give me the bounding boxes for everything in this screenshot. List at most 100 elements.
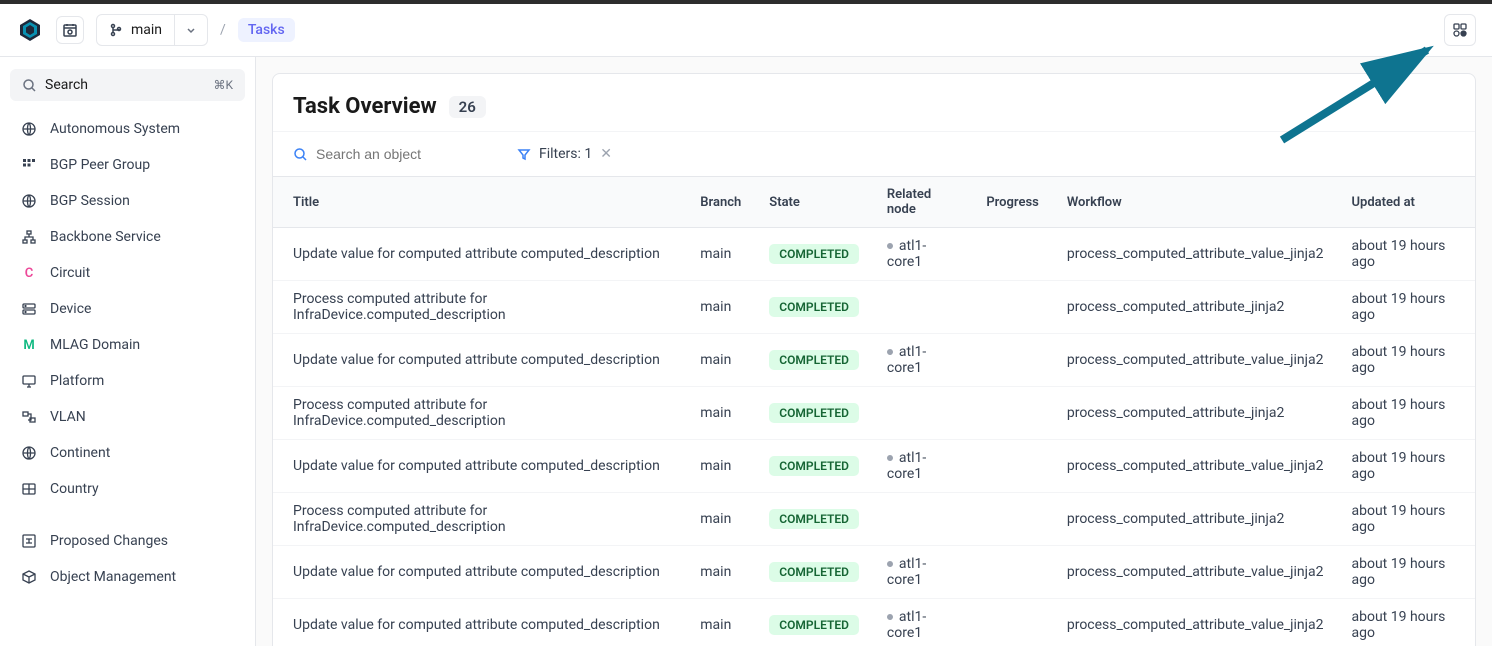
sidebar-item-continent[interactable]: Continent: [10, 435, 245, 471]
diff-icon: [20, 532, 38, 550]
cell-title: Update value for computed attribute comp…: [273, 546, 686, 599]
globe-icon: [20, 444, 38, 462]
sidebar-item-label: Object Management: [50, 569, 176, 585]
column-header[interactable]: Related node: [873, 177, 972, 228]
server-icon: [20, 300, 38, 318]
status-dot: [887, 614, 893, 620]
table-row[interactable]: Update value for computed attribute comp…: [273, 599, 1475, 646]
table-row[interactable]: Update value for computed attribute comp…: [273, 546, 1475, 599]
cube-icon: [20, 568, 38, 586]
app-header: main / Tasks: [0, 4, 1492, 57]
sidebar-item-country[interactable]: Country: [10, 471, 245, 507]
cell-updated: about 19 hours ago: [1338, 228, 1476, 281]
column-header[interactable]: Workflow: [1053, 177, 1338, 228]
cell-workflow: process_computed_attribute_value_jinja2: [1053, 228, 1338, 281]
cell-updated: about 19 hours ago: [1338, 334, 1476, 387]
state-badge: COMPLETED: [769, 403, 859, 423]
cell-updated: about 19 hours ago: [1338, 546, 1476, 599]
table-row[interactable]: Process computed attribute for InfraDevi…: [273, 281, 1475, 334]
sidebar-item-device[interactable]: Device: [10, 291, 245, 327]
sidebar-item-bgp-session[interactable]: BGP Session: [10, 183, 245, 219]
cell-progress: [972, 440, 1053, 493]
app-logo[interactable]: [16, 16, 44, 44]
object-search[interactable]: [293, 146, 493, 162]
column-header[interactable]: Updated at: [1338, 177, 1476, 228]
tasks-table: TitleBranchStateRelated nodeProgressWork…: [273, 176, 1475, 646]
sidebar-item-backbone-service[interactable]: Backbone Service: [10, 219, 245, 255]
table-row[interactable]: Update value for computed attribute comp…: [273, 334, 1475, 387]
table-row[interactable]: Update value for computed attribute comp…: [273, 440, 1475, 493]
sidebar-item-label: BGP Session: [50, 193, 130, 209]
filter-label: Filters: 1: [539, 146, 592, 162]
cell-state: COMPLETED: [755, 281, 873, 334]
cell-title: Process computed attribute for InfraDevi…: [273, 493, 686, 546]
cell-workflow: process_computed_attribute_jinja2: [1053, 387, 1338, 440]
page-title: Task Overview: [293, 94, 437, 119]
breadcrumb-separator: /: [220, 22, 226, 38]
sidebar-item-label: Device: [50, 301, 91, 317]
breadcrumb-current[interactable]: Tasks: [238, 18, 295, 42]
cell-node: [873, 493, 972, 546]
count-badge: 26: [449, 96, 486, 118]
globe-icon: [20, 120, 38, 138]
column-header[interactable]: State: [755, 177, 873, 228]
column-header[interactable]: Branch: [686, 177, 755, 228]
cell-state: COMPLETED: [755, 228, 873, 281]
column-header[interactable]: Progress: [972, 177, 1053, 228]
branch-dropdown-toggle[interactable]: [174, 15, 207, 45]
search-box[interactable]: Search ⌘K: [10, 69, 245, 101]
object-search-input[interactable]: [316, 146, 476, 162]
filter-icon: [517, 147, 531, 161]
state-badge: COMPLETED: [769, 350, 859, 370]
table-row[interactable]: Process computed attribute for InfraDevi…: [273, 493, 1475, 546]
table-row[interactable]: Update value for computed attribute comp…: [273, 228, 1475, 281]
sidebar-item-label: Circuit: [50, 265, 90, 281]
cell-workflow: process_computed_attribute_jinja2: [1053, 493, 1338, 546]
filter-clear[interactable]: ✕: [600, 146, 612, 162]
cell-title: Update value for computed attribute comp…: [273, 599, 686, 646]
chevron-down-icon: [185, 24, 197, 36]
search-shortcut: ⌘K: [213, 78, 233, 92]
sidebar-item-proposed-changes[interactable]: Proposed Changes: [10, 523, 245, 559]
sidebar-item-object-management[interactable]: Object Management: [10, 559, 245, 595]
cell-title: Update value for computed attribute comp…: [273, 334, 686, 387]
cell-branch: main: [686, 334, 755, 387]
search-icon: [22, 78, 37, 93]
cell-title: Update value for computed attribute comp…: [273, 228, 686, 281]
cell-state: COMPLETED: [755, 493, 873, 546]
sidebar-item-platform[interactable]: Platform: [10, 363, 245, 399]
cell-updated: about 19 hours ago: [1338, 599, 1476, 646]
cell-branch: main: [686, 440, 755, 493]
cell-workflow: process_computed_attribute_value_jinja2: [1053, 546, 1338, 599]
cell-progress: [972, 228, 1053, 281]
branch-picker: main: [96, 14, 208, 46]
cell-title: Update value for computed attribute comp…: [273, 440, 686, 493]
map-icon: [20, 480, 38, 498]
sidebar-item-bgp-peer-group[interactable]: BGP Peer Group: [10, 147, 245, 183]
cell-node: [873, 281, 972, 334]
sidebar-item-autonomous-system[interactable]: Autonomous System: [10, 111, 245, 147]
cell-state: COMPLETED: [755, 546, 873, 599]
calendar-button[interactable]: [56, 16, 84, 44]
apps-button[interactable]: [1444, 14, 1476, 46]
sidebar-item-label: Country: [50, 481, 99, 497]
nav-letter-icon: C: [20, 264, 38, 282]
sidebar-item-vlan[interactable]: VLAN: [10, 399, 245, 435]
status-dot: [887, 349, 893, 355]
filter-chip[interactable]: Filters: 1 ✕: [517, 146, 612, 162]
apps-icon: [1452, 22, 1468, 38]
sidebar-item-mlag-domain[interactable]: MMLAG Domain: [10, 327, 245, 363]
search-label: Search: [45, 77, 88, 93]
table-row[interactable]: Process computed attribute for InfraDevi…: [273, 387, 1475, 440]
sidebar-item-label: Continent: [50, 445, 110, 461]
hierarchy-icon: [20, 228, 38, 246]
cell-branch: main: [686, 228, 755, 281]
column-header[interactable]: Title: [273, 177, 686, 228]
grid-icon: [20, 156, 38, 174]
cell-progress: [972, 334, 1053, 387]
sidebar-item-circuit[interactable]: C Circuit: [10, 255, 245, 291]
branch-current[interactable]: main: [97, 22, 174, 38]
sidebar-item-label: Platform: [50, 373, 104, 389]
cell-branch: main: [686, 387, 755, 440]
state-badge: COMPLETED: [769, 509, 859, 529]
